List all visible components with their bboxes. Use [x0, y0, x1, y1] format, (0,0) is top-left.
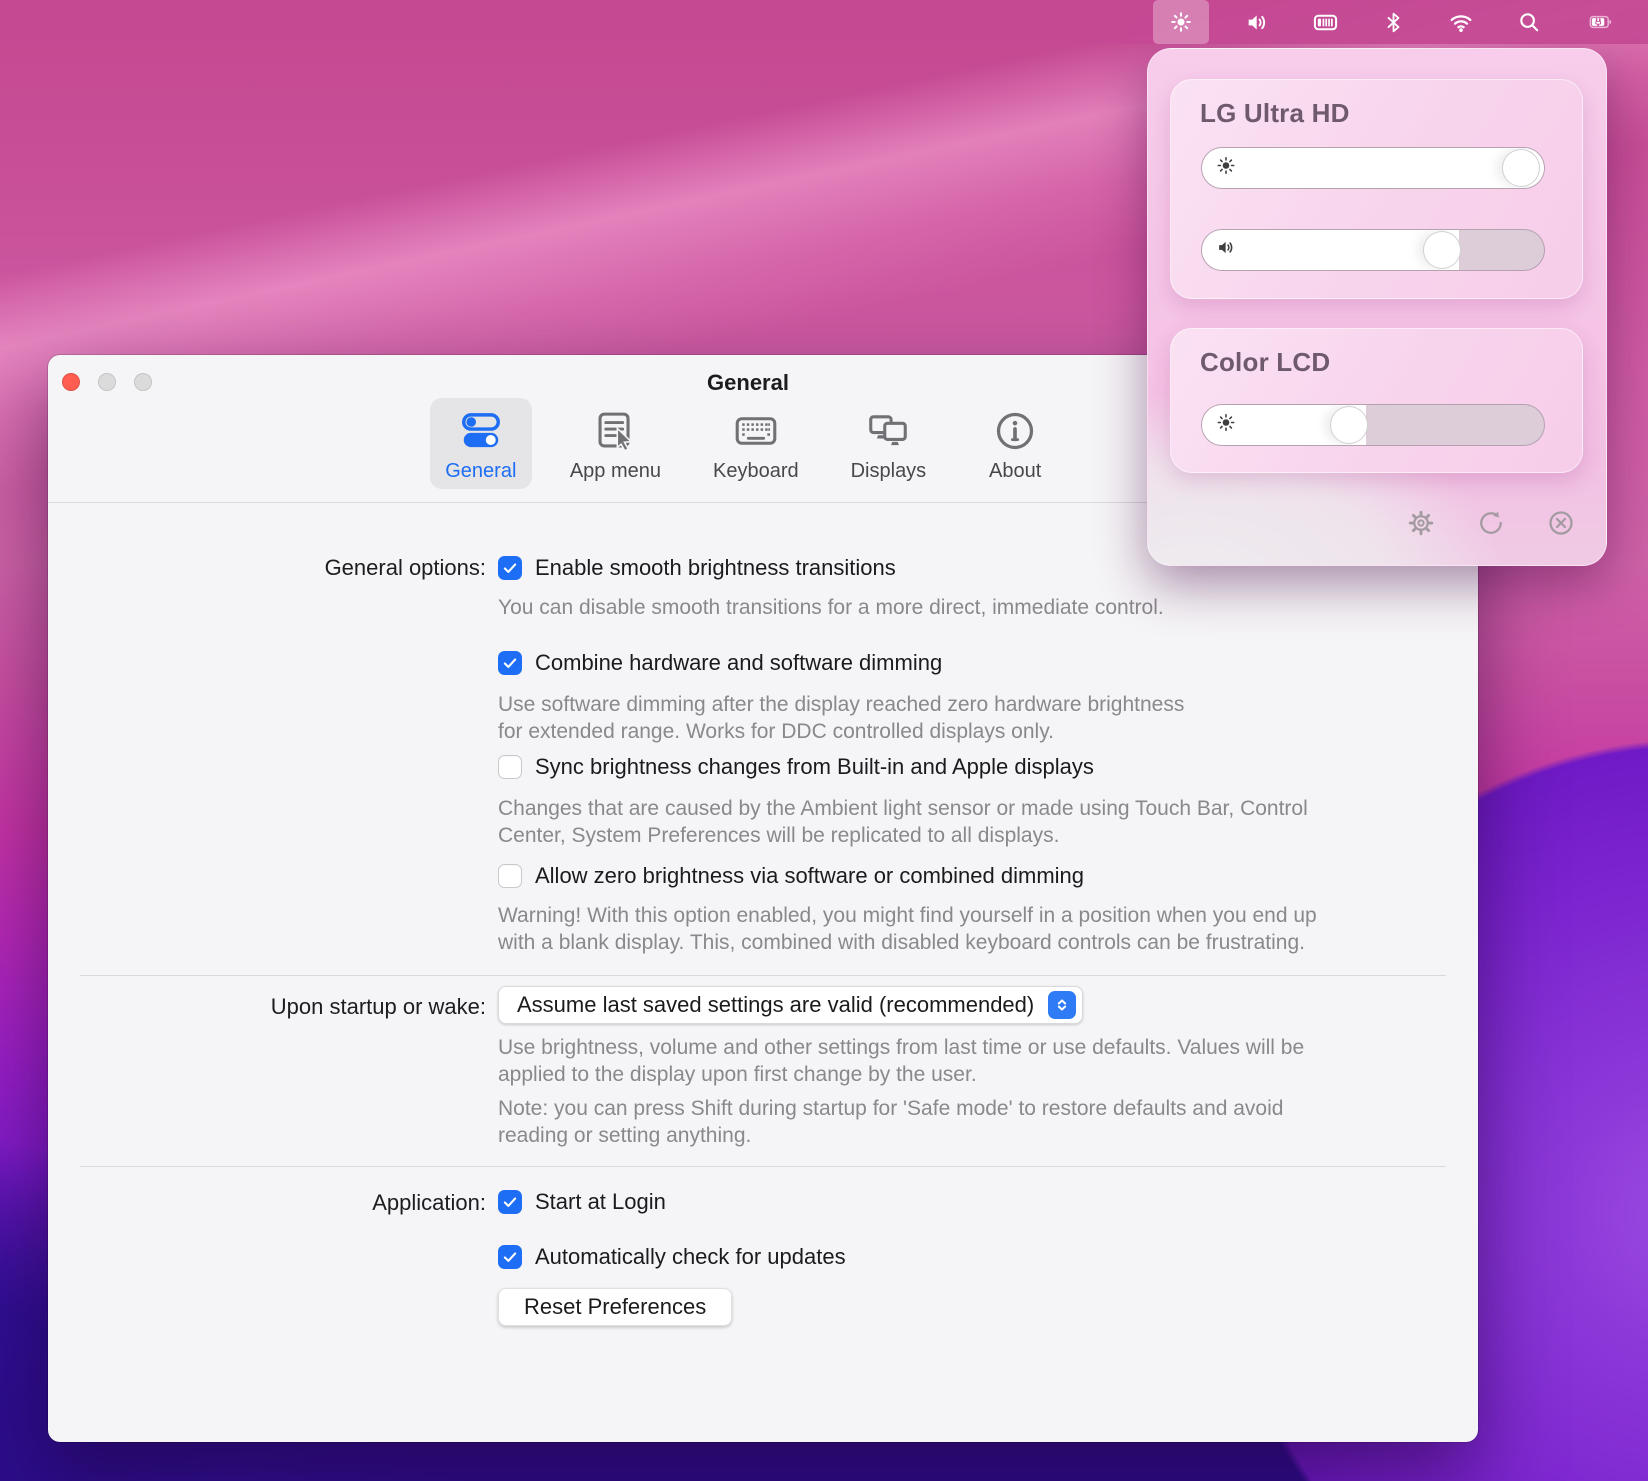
- tab-keyboard-label: Keyboard: [713, 460, 799, 483]
- toggles-icon: [458, 406, 504, 456]
- brightness-slider[interactable]: [1201, 404, 1545, 446]
- app-menu-icon: [592, 406, 638, 456]
- description-line: applied to the display upon first change…: [498, 1061, 1304, 1088]
- option-combine-dimming: Combine hardware and software dimming: [498, 650, 942, 676]
- volume-menu-icon[interactable]: [1237, 0, 1277, 44]
- reset-row: Reset Preferences: [498, 1288, 732, 1326]
- checkbox-label: Automatically check for updates: [535, 1244, 846, 1270]
- description-line: Note: you can press Shift during startup…: [498, 1095, 1283, 1122]
- description-line: with a blank display. This, combined wit…: [498, 929, 1317, 956]
- application-label: Application:: [48, 1190, 486, 1216]
- checkbox-sync-brightness[interactable]: [498, 755, 522, 779]
- option-description: Changes that are caused by the Ambient l…: [498, 795, 1308, 849]
- refresh-icon[interactable]: [1476, 508, 1506, 538]
- tab-about-label: About: [989, 460, 1041, 483]
- startup-note: Note: you can press Shift during startup…: [498, 1095, 1283, 1149]
- option-description: You can disable smooth transitions for a…: [498, 594, 1164, 621]
- startup-description: Use brightness, volume and other setting…: [498, 1034, 1304, 1088]
- tab-displays[interactable]: Displays: [837, 398, 941, 489]
- option-description: Warning! With this option enabled, you m…: [498, 902, 1317, 956]
- description-line: Warning! With this option enabled, you m…: [498, 902, 1317, 929]
- checkbox-start-at-login[interactable]: [498, 1190, 522, 1214]
- checkbox-label: Enable smooth brightness transitions: [535, 555, 896, 581]
- display-card-color-lcd: Color LCD: [1170, 328, 1583, 473]
- startup-label: Upon startup or wake:: [48, 994, 486, 1020]
- menu-bar: [0, 0, 1648, 44]
- tab-keyboard[interactable]: Keyboard: [699, 398, 813, 489]
- startup-popup-button[interactable]: Assume last saved settings are valid (re…: [498, 986, 1083, 1024]
- battery-charging-menu-icon[interactable]: [1577, 0, 1625, 44]
- display-name: Color LCD: [1200, 347, 1330, 378]
- checkbox-label: Allow zero brightness via software or co…: [535, 863, 1084, 889]
- display-name: LG Ultra HD: [1200, 98, 1350, 129]
- option-sync-brightness: Sync brightness changes from Built-in an…: [498, 754, 1094, 780]
- battery-gauge-icon[interactable]: [1305, 0, 1345, 44]
- tab-general[interactable]: General: [430, 398, 532, 489]
- tab-app-menu-label: App menu: [570, 460, 661, 483]
- section-divider: [80, 975, 1446, 976]
- tab-displays-label: Displays: [851, 460, 927, 483]
- option-start-at-login: Start at Login: [498, 1189, 666, 1215]
- tab-app-menu[interactable]: App menu: [556, 398, 675, 489]
- slider-fill: [1202, 148, 1544, 188]
- close-panel-icon[interactable]: [1546, 508, 1576, 538]
- description-line: for extended range. Works for DDC contro…: [498, 718, 1184, 745]
- panel-footer: [1406, 508, 1576, 538]
- chevron-up-down-icon: [1048, 991, 1076, 1019]
- checkbox-smooth-transitions[interactable]: [498, 556, 522, 580]
- slider-knob[interactable]: [1423, 231, 1461, 269]
- volume-icon: [1215, 237, 1237, 264]
- wifi-menu-icon[interactable]: [1441, 0, 1481, 44]
- checkbox-auto-updates[interactable]: [498, 1245, 522, 1269]
- search-menu-icon[interactable]: [1509, 0, 1549, 44]
- description-line: Center, System Preferences will be repli…: [498, 822, 1308, 849]
- description-line: Use software dimming after the display r…: [498, 691, 1184, 718]
- slider-fill: [1202, 230, 1459, 270]
- slider-knob[interactable]: [1330, 406, 1368, 444]
- volume-slider[interactable]: [1201, 229, 1545, 271]
- description-line: Use brightness, volume and other setting…: [498, 1034, 1304, 1061]
- tab-general-label: General: [445, 460, 516, 483]
- brightness-icon: [1215, 412, 1237, 439]
- screen: General General: [0, 0, 1648, 1481]
- reset-preferences-button[interactable]: Reset Preferences: [498, 1288, 732, 1326]
- option-zero-brightness: Allow zero brightness via software or co…: [498, 863, 1084, 889]
- section-divider: [80, 1166, 1446, 1167]
- checkbox-label: Start at Login: [535, 1189, 666, 1215]
- brightness-icon: [1215, 155, 1237, 182]
- settings-gear-icon[interactable]: [1406, 508, 1436, 538]
- description-line: Changes that are caused by the Ambient l…: [498, 795, 1308, 822]
- option-smooth-transitions: Enable smooth brightness transitions: [498, 555, 896, 581]
- general-options-label: General options:: [48, 555, 486, 581]
- menu-bar-status-icons: [1153, 0, 1625, 44]
- keyboard-icon: [733, 406, 779, 456]
- checkbox-label: Combine hardware and software dimming: [535, 650, 942, 676]
- brightness-slider[interactable]: [1201, 147, 1545, 189]
- checkbox-label: Sync brightness changes from Built-in an…: [535, 754, 1094, 780]
- tab-about[interactable]: About: [964, 398, 1066, 489]
- description-line: You can disable smooth transitions for a…: [498, 594, 1164, 621]
- description-line: reading or setting anything.: [498, 1122, 1283, 1149]
- info-icon: [992, 406, 1038, 456]
- option-description: Use software dimming after the display r…: [498, 691, 1184, 745]
- display-control-panel: LG Ultra HD: [1147, 48, 1607, 566]
- displays-icon: [865, 406, 911, 456]
- brightness-menu-icon[interactable]: [1153, 0, 1209, 44]
- display-card-lg-ultra-hd: LG Ultra HD: [1170, 79, 1583, 299]
- checkbox-zero-brightness[interactable]: [498, 864, 522, 888]
- option-auto-updates: Automatically check for updates: [498, 1244, 846, 1270]
- bluetooth-menu-icon[interactable]: [1373, 0, 1413, 44]
- slider-knob[interactable]: [1502, 149, 1540, 187]
- checkbox-combine-dimming[interactable]: [498, 651, 522, 675]
- startup-popup-row: Assume last saved settings are valid (re…: [498, 986, 1083, 1024]
- startup-popup-value: Assume last saved settings are valid (re…: [517, 992, 1034, 1018]
